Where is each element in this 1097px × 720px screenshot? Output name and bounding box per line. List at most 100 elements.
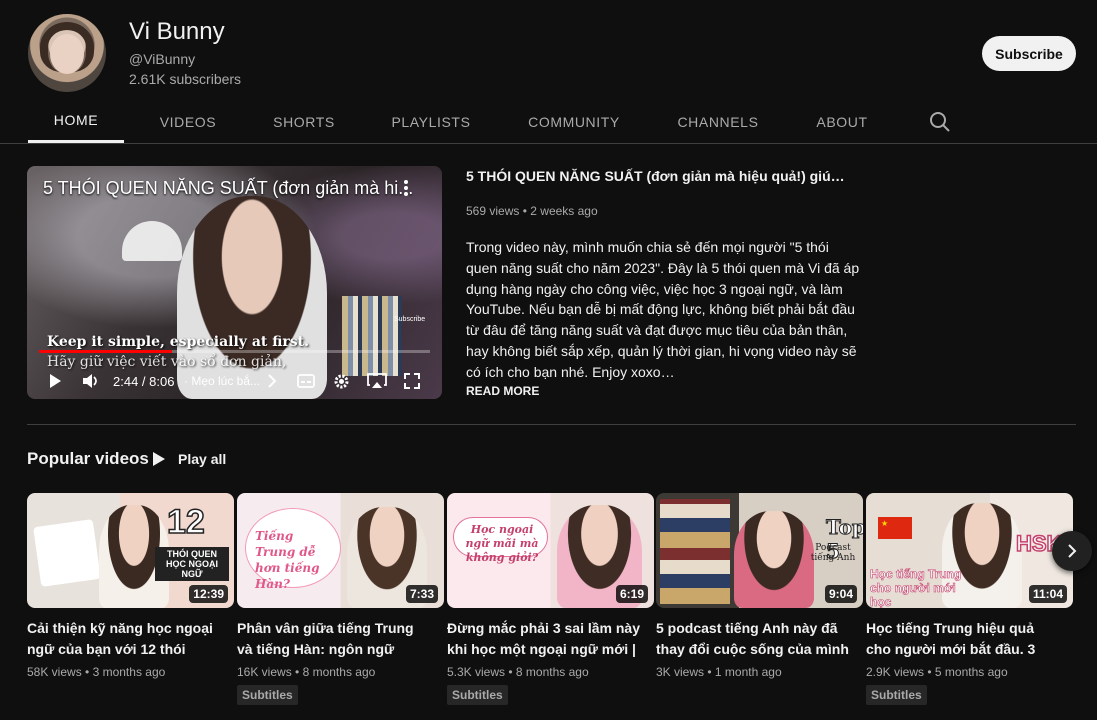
video-card[interactable]: ★ HSK Học tiếng Trung cho người mới học … xyxy=(866,493,1073,705)
channel-name: Vi Bunny xyxy=(129,18,225,45)
chapter-title[interactable]: · Mẹo lúc bắ... xyxy=(184,370,260,392)
video-meta: 16K views • 8 months ago xyxy=(237,665,444,679)
cast-button[interactable] xyxy=(367,370,387,392)
subscriber-count: 2.61K subscribers xyxy=(129,71,242,87)
video-thumbnail[interactable]: Học ngoại ngữ mãi mà không giỏi? 6:19 xyxy=(447,493,654,608)
featured-video-meta: 569 views • 2 weeks ago xyxy=(466,204,598,218)
video-age: 5 months ago xyxy=(934,665,1008,679)
time-display: 2:44 / 8:06 xyxy=(113,373,175,389)
chevron-right-icon xyxy=(1068,544,1077,558)
channel-avatar[interactable] xyxy=(28,14,106,92)
thumbnail-subtext: Podcast tiếng Anh xyxy=(810,543,856,563)
video-title[interactable]: Cải thiện kỹ năng học ngoại ngữ của bạn … xyxy=(27,618,223,659)
player-title-overlay[interactable]: 5 THÓI QUEN NĂNG SUẤT (đơn giản mà hi... xyxy=(43,178,413,199)
tab-playlists[interactable]: PLAYLISTS xyxy=(384,100,478,143)
video-duration: 9:04 xyxy=(824,585,857,603)
meta-separator: • xyxy=(81,665,93,679)
play-icon xyxy=(153,452,165,466)
settings-button[interactable] xyxy=(333,370,350,392)
video-views: 5.3K views xyxy=(447,665,506,679)
video-meta: 3K views • 1 month ago xyxy=(656,665,863,679)
bookshelf-image xyxy=(342,296,402,376)
video-title[interactable]: Phân vân giữa tiếng Trung và tiếng Hàn: … xyxy=(237,618,433,659)
video-thumbnail[interactable]: ★ HSK Học tiếng Trung cho người mới học … xyxy=(866,493,1073,608)
meta-separator: • xyxy=(291,665,303,679)
meta-separator: • xyxy=(704,665,715,679)
tab-about[interactable]: ABOUT xyxy=(808,100,876,143)
video-card[interactable]: Học ngoại ngữ mãi mà không giỏi? 6:19 Đừ… xyxy=(447,493,654,705)
tab-shorts[interactable]: SHORTS xyxy=(262,100,346,143)
featured-description: Trong video này, mình muốn chia sẻ đến m… xyxy=(466,239,860,380)
video-card[interactable]: 12 THÓI QUEN HỌC NGOẠI NGỮ 12:39 Cải thi… xyxy=(27,493,234,679)
more-vert-icon[interactable] xyxy=(400,178,412,198)
captions-icon xyxy=(297,374,315,388)
play-all-label: Play all xyxy=(178,451,227,467)
subtitles-badge: Subtitles xyxy=(237,685,298,705)
chapter-next-button[interactable] xyxy=(267,370,277,392)
tab-home[interactable]: HOME xyxy=(28,100,124,143)
featured-video-player[interactable]: 5 THÓI QUEN NĂNG SUẤT (đơn giản mà hi...… xyxy=(27,166,442,399)
caption-line-1: Keep it simple, especially at first. xyxy=(47,334,310,350)
video-views: 16K views xyxy=(237,665,292,679)
video-duration: 7:33 xyxy=(405,585,438,603)
meta-separator: • xyxy=(505,665,516,679)
section-title[interactable]: Popular videos xyxy=(27,449,149,469)
video-thumbnail[interactable]: 12 THÓI QUEN HỌC NGOẠI NGỮ 12:39 xyxy=(27,493,234,608)
video-age: 3 months ago xyxy=(92,665,166,679)
meta-separator: • xyxy=(924,665,935,679)
tab-community[interactable]: COMMUNITY xyxy=(520,100,628,143)
subtitles-badge: Subtitles xyxy=(866,685,927,705)
featured-video-title[interactable]: 5 THÓI QUEN NĂNG SUẤT (đơn giản mà hiệu … xyxy=(466,168,851,184)
subtitles-badge: Subtitles xyxy=(447,685,508,705)
video-meta: 5.3K views • 8 months ago xyxy=(447,665,654,679)
volume-icon xyxy=(83,374,97,388)
video-thumbnail[interactable]: Tiếng Trung dễ hơn tiếng Hàn? 7:33 xyxy=(237,493,444,608)
featured-views: 569 views xyxy=(466,204,520,218)
thumbnail-text: 12 xyxy=(166,502,205,542)
search-icon[interactable] xyxy=(928,110,952,134)
fullscreen-icon xyxy=(404,373,420,389)
video-duration: 12:39 xyxy=(189,585,228,603)
tab-channels[interactable]: CHANNELS xyxy=(670,100,766,143)
subscribe-button[interactable]: Subscribe xyxy=(982,36,1076,71)
channel-page: Vi Bunny @ViBunny 2.61K subscribers Subs… xyxy=(0,0,1097,720)
thumbnail-text: Học ngoại ngữ mãi mà không giỏi? xyxy=(465,523,539,564)
featured-age: 2 weeks ago xyxy=(530,204,598,218)
fullscreen-button[interactable] xyxy=(404,370,420,392)
video-title[interactable]: Học tiếng Trung hiệu quả cho người mới b… xyxy=(866,618,1062,659)
gear-icon xyxy=(334,374,349,388)
video-card[interactable]: Top 5 Podcast tiếng Anh 9:04 5 podcast t… xyxy=(656,493,863,679)
play-all-button[interactable]: Play all xyxy=(152,447,226,471)
video-title[interactable]: 5 podcast tiếng Anh này đã thay đổi cuộc… xyxy=(656,618,852,659)
chevron-right-icon xyxy=(268,374,277,388)
progress-bar[interactable] xyxy=(39,350,430,353)
video-age: 1 month ago xyxy=(714,665,782,679)
progress-fill xyxy=(39,350,172,353)
section-divider xyxy=(27,424,1076,425)
channel-tabs: HOME VIDEOS SHORTS PLAYLISTS COMMUNITY C… xyxy=(0,100,1097,144)
video-duration: 6:19 xyxy=(615,585,648,603)
video-views: 2.9K views xyxy=(866,665,925,679)
video-views: 58K views xyxy=(27,665,82,679)
captions-button[interactable] xyxy=(297,370,315,392)
video-views: 3K views xyxy=(656,665,705,679)
player-controls: 2:44 / 8:06 · Mẹo lúc bắ... xyxy=(27,366,442,396)
tab-videos[interactable]: VIDEOS xyxy=(150,100,226,143)
video-duration: 11:04 xyxy=(1028,585,1067,603)
thumbnail-text: Tiếng Trung dễ hơn tiếng Hàn? xyxy=(255,529,320,591)
video-age: 8 months ago xyxy=(302,665,376,679)
airplay-icon xyxy=(367,373,387,388)
video-age: 8 months ago xyxy=(515,665,589,679)
volume-button[interactable] xyxy=(82,370,100,392)
play-button[interactable] xyxy=(47,370,63,392)
thumbnail-subtext: Học tiếng Trung cho người mới học xyxy=(870,567,962,608)
carousel-next-button[interactable] xyxy=(1052,531,1092,571)
video-card[interactable]: Tiếng Trung dễ hơn tiếng Hàn? 7:33 Phân … xyxy=(237,493,444,705)
play-icon xyxy=(50,374,61,388)
video-meta: 58K views • 3 months ago xyxy=(27,665,234,679)
subscribe-watermark[interactable]: Subscribe xyxy=(394,316,425,323)
video-thumbnail[interactable]: Top 5 Podcast tiếng Anh 9:04 xyxy=(656,493,863,608)
read-more-link[interactable]: READ MORE xyxy=(466,384,539,398)
video-meta: 2.9K views • 5 months ago xyxy=(866,665,1073,679)
video-title[interactable]: Đừng mắc phải 3 sai lầm này khi học một … xyxy=(447,618,643,659)
